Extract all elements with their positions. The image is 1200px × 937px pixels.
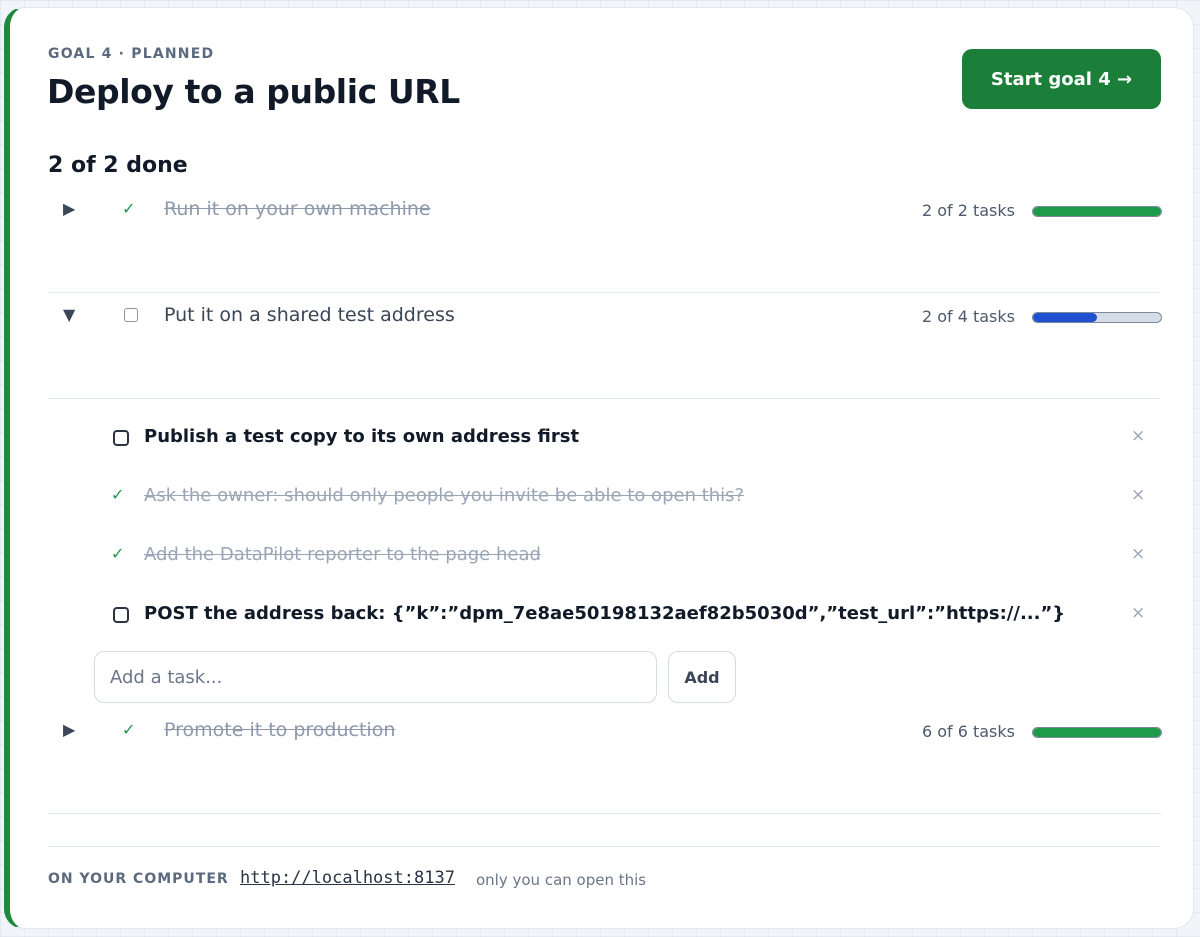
step-label: Run it on your own machine xyxy=(164,198,431,220)
subtask-label: Add the DataPilot reporter to the page h… xyxy=(144,544,541,565)
progress-bar xyxy=(1032,727,1162,738)
close-icon[interactable]: × xyxy=(1131,426,1145,446)
expand-chevron-icon[interactable]: ▶ xyxy=(63,720,83,740)
step-label: Put it on a shared test address xyxy=(164,304,455,326)
list-item: ✓ Ask the owner: should only people you … xyxy=(48,475,1161,515)
subtask-label: Publish a test copy to its own address f… xyxy=(144,426,580,447)
list-item: POST the address back: {”k”:”dpm_7e8ae50… xyxy=(48,593,1161,633)
check-icon: ✓ xyxy=(122,199,136,218)
done-summary: 2 of 2 done xyxy=(48,153,188,178)
step-label: Promote it to production xyxy=(164,719,396,741)
step-row-run-locally[interactable]: ▶ ✓ Run it on your own machine 2 of 2 ta… xyxy=(48,187,1162,293)
subtask-label: POST the address back: {”k”:”dpm_7e8ae50… xyxy=(144,603,1066,624)
progress-fill xyxy=(1033,728,1161,737)
task-count: 6 of 6 tasks xyxy=(921,722,1015,741)
close-icon[interactable]: × xyxy=(1131,603,1145,623)
check-icon[interactable]: ✓ xyxy=(111,544,124,563)
subtask-checkbox[interactable] xyxy=(113,607,129,623)
goal-card: GOAL 4 · PLANNED Deploy to a public URL … xyxy=(4,7,1194,929)
collapse-chevron-icon[interactable]: ▼ xyxy=(63,305,83,325)
progress-bar xyxy=(1032,206,1162,217)
add-task-button[interactable]: Add xyxy=(668,651,736,703)
footer-label: ON YOUR COMPUTER xyxy=(48,871,229,887)
footer-note: only you can open this xyxy=(476,871,647,889)
step-row-shared-test[interactable]: ▼ Put it on a shared test address 2 of 4… xyxy=(48,293,1162,399)
check-icon: ✓ xyxy=(122,720,136,739)
list-item: Publish a test copy to its own address f… xyxy=(48,416,1161,456)
start-goal-button[interactable]: Start goal 4 → xyxy=(962,49,1161,109)
task-count: 2 of 2 tasks xyxy=(921,201,1015,220)
goal-title: Deploy to a public URL xyxy=(47,72,460,111)
status-checkbox xyxy=(124,308,138,322)
progress-bar xyxy=(1032,312,1162,323)
local-url-link[interactable]: http://localhost:8137 xyxy=(240,868,455,888)
goal-kicker: GOAL 4 · PLANNED xyxy=(48,46,215,62)
add-task-input[interactable] xyxy=(94,651,657,703)
close-icon[interactable]: × xyxy=(1131,485,1145,505)
subtask-label: Ask the owner: should only people you in… xyxy=(144,485,745,506)
progress-fill xyxy=(1033,313,1097,322)
list-item: ✓ Add the DataPilot reporter to the page… xyxy=(48,534,1161,574)
footer: ON YOUR COMPUTER http://localhost:8137 o… xyxy=(48,846,1161,916)
subtask-checkbox[interactable] xyxy=(113,430,129,446)
step-row-production[interactable]: ▶ ✓ Promote it to production 6 of 6 task… xyxy=(48,708,1162,814)
check-icon[interactable]: ✓ xyxy=(111,485,124,504)
close-icon[interactable]: × xyxy=(1131,544,1145,564)
expand-chevron-icon[interactable]: ▶ xyxy=(63,199,83,219)
progress-fill xyxy=(1033,207,1161,216)
task-count: 2 of 4 tasks xyxy=(921,307,1015,326)
